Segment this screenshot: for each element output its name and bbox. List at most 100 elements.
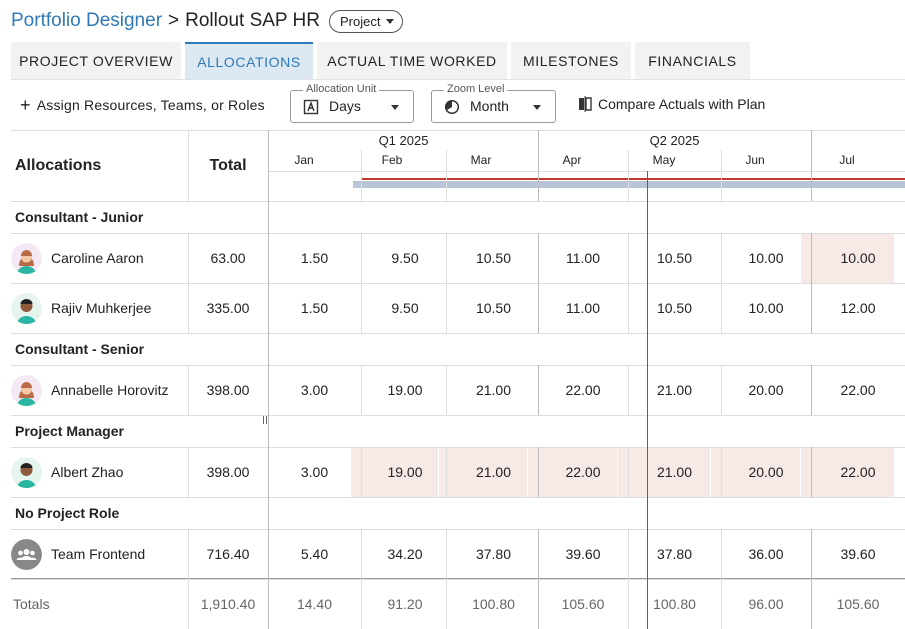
grid-column-divider — [628, 365, 629, 415]
project-type-label: Project — [339, 13, 381, 29]
allocation-cell: 11.00 — [566, 300, 600, 316]
grid-column-divider — [361, 365, 362, 415]
allocation-cell: 1.50 — [300, 300, 329, 316]
zoom-level-value: Month — [470, 98, 509, 114]
grand-total: 1,910.40 — [200, 596, 256, 612]
resource-name: Annabelle Horovitz — [51, 382, 169, 398]
column-resize-handle[interactable] — [263, 416, 267, 424]
allocation-cell: 5.40 — [300, 546, 329, 562]
timeline-bar — [353, 181, 905, 188]
tab-milestones[interactable]: MILESTONES — [511, 42, 631, 80]
allocation-cell: 10.50 — [656, 250, 693, 266]
resource-row-label[interactable]: Annabelle Horovitz — [11, 365, 169, 415]
tab-allocations[interactable]: ALLOCATIONS — [185, 42, 313, 80]
grid-row-divider — [11, 497, 905, 498]
grid-column-divider — [188, 529, 189, 579]
grid-column-divider — [628, 233, 629, 283]
grid-column-divider — [811, 447, 812, 497]
grid-row-divider — [11, 529, 905, 530]
grid-column-divider — [188, 130, 189, 201]
grid-column-divider — [628, 447, 629, 497]
grid-column-divider — [446, 150, 447, 201]
grid-column-divider — [268, 233, 269, 283]
resource-name: Team Frontend — [51, 546, 146, 562]
allocation-unit-select[interactable]: Allocation Unit Days — [290, 83, 414, 123]
grid-column-divider — [446, 447, 447, 497]
resource-row-label[interactable]: Caroline Aaron — [11, 233, 144, 283]
allocation-cell: 9.50 — [391, 300, 419, 316]
allocation-cell: 12.00 — [840, 300, 876, 316]
grid-column-divider — [188, 233, 189, 283]
grid-row-divider — [269, 171, 905, 172]
allocation-cell: 3.00 — [300, 382, 329, 398]
resource-name: Rajiv Muhkerjee — [51, 300, 152, 316]
month-label: Feb — [381, 153, 403, 167]
grid-column-divider — [721, 283, 722, 333]
grid-top-border — [11, 130, 905, 131]
grid-column-divider — [538, 130, 539, 201]
grid-column-divider — [721, 447, 722, 497]
resource-name: Caroline Aaron — [51, 250, 144, 266]
month-total: 100.80 — [472, 596, 515, 612]
resource-name: Albert Zhao — [51, 464, 124, 480]
group-header: No Project Role — [15, 505, 120, 521]
allocation-cell: 36.00 — [748, 546, 784, 562]
total-column-header: Total — [209, 156, 247, 174]
grid-row-divider — [11, 447, 905, 448]
tab-project-overview[interactable]: PROJECT OVERVIEW — [11, 42, 181, 80]
zoom-level-select[interactable]: Zoom Level Month — [431, 83, 556, 123]
month-label: Jun — [745, 153, 765, 167]
grid-column-divider — [361, 447, 362, 497]
tab-actual-time-worked[interactable]: ACTUAL TIME WORKED — [317, 42, 507, 80]
grid-column-divider — [268, 529, 269, 579]
grid-column-divider — [361, 529, 362, 579]
resource-row-label[interactable]: Team Frontend — [11, 529, 145, 579]
woman-avatar[interactable] — [11, 242, 42, 274]
grid-column-divider — [361, 233, 362, 283]
allocation-cell: 3.00 — [300, 464, 329, 480]
month-label: Apr — [562, 153, 582, 167]
grid-column-divider — [268, 283, 269, 333]
resource-row-label[interactable]: Albert Zhao — [11, 447, 123, 497]
grid-column-divider — [811, 233, 812, 283]
allocations-column-header: Allocations — [15, 156, 102, 174]
grid-column-divider — [811, 130, 812, 201]
group-header: Consultant - Senior — [15, 341, 145, 357]
tab-financials[interactable]: FINANCIALS — [635, 42, 750, 80]
allocation-cell: 20.00 — [748, 464, 784, 480]
allocation-cell: 10.00 — [840, 250, 876, 266]
chevron-down-icon — [391, 105, 399, 110]
grid-column-divider — [268, 447, 269, 497]
project-type-dropdown[interactable]: Project — [328, 9, 404, 33]
grid-column-divider — [188, 447, 189, 497]
man-avatar[interactable] — [11, 292, 42, 324]
grid-column-divider — [188, 365, 189, 415]
tab-bar: PROJECT OVERVIEW ALLOCATIONS ACTUAL TIME… — [11, 42, 754, 80]
grid-column-divider — [446, 579, 447, 629]
allocation-cell: 37.80 — [475, 546, 512, 562]
grid-column-divider — [268, 333, 269, 365]
allocation-cell: 10.50 — [656, 300, 693, 316]
breadcrumb-portfolio-link[interactable]: Portfolio Designer — [11, 10, 162, 32]
allocation-cell: 10.00 — [748, 300, 784, 316]
grid-column-divider — [538, 529, 539, 579]
grid-column-divider — [268, 579, 269, 629]
man-avatar[interactable] — [11, 456, 42, 488]
row-total: 335.00 — [206, 300, 250, 316]
totals-label: Totals — [13, 596, 50, 612]
assign-resources-button[interactable]: + Assign Resources, Teams, or Roles — [20, 96, 265, 114]
assign-resources-label: Assign Resources, Teams, or Roles — [36, 97, 265, 113]
grid-column-divider — [721, 365, 722, 415]
zoom-level-legend: Zoom Level — [444, 83, 508, 95]
resource-row-label[interactable]: Rajiv Muhkerjee — [11, 283, 151, 333]
woman-avatar[interactable] — [11, 374, 42, 406]
grid-column-divider — [628, 283, 629, 333]
plus-icon: + — [20, 95, 31, 115]
grid-column-divider — [538, 283, 539, 333]
compare-actuals-button[interactable]: Compare Actuals with Plan — [577, 96, 765, 112]
grid-row-divider — [11, 578, 905, 579]
month-total: 14.40 — [296, 596, 333, 612]
allocation-cell: 34.20 — [387, 546, 423, 562]
group-header: Consultant - Junior — [15, 209, 144, 225]
group-header: Project Manager — [15, 423, 124, 439]
